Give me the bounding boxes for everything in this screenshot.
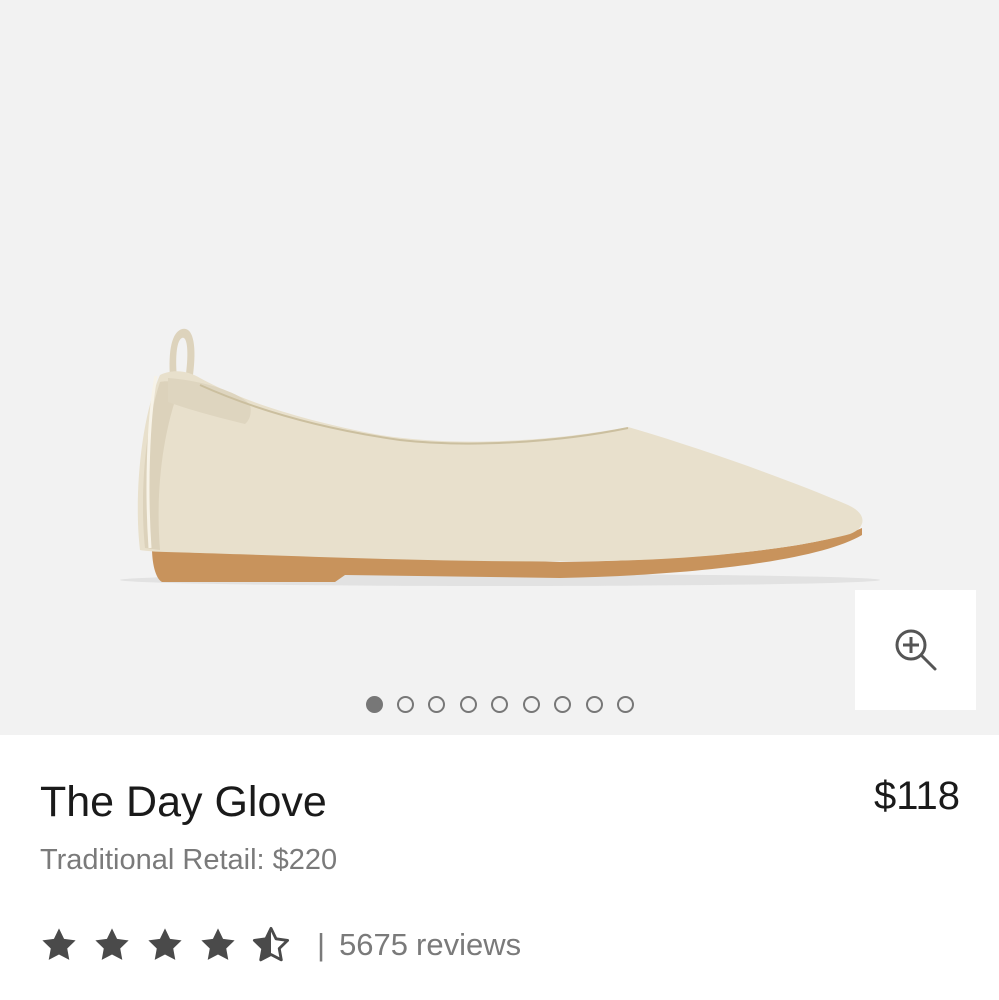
star-half-icon [252, 926, 290, 962]
product-title: The Day Glove [40, 778, 327, 826]
gallery-dot-3[interactable] [428, 696, 445, 713]
traditional-retail-price: $220 [272, 844, 338, 876]
gallery-dot-1[interactable] [366, 696, 383, 713]
star-full-icon [201, 928, 235, 960]
star-full-icon [148, 928, 182, 960]
product-price: $118 [873, 774, 960, 818]
gallery-dot-4[interactable] [460, 696, 477, 713]
gallery-dot-2[interactable] [397, 696, 414, 713]
star-full-icon [95, 928, 129, 960]
gallery-pagination [0, 696, 999, 714]
rating-separator: | [317, 927, 326, 962]
gallery-dot-7[interactable] [554, 696, 571, 713]
product-image-gallery[interactable] [0, 0, 999, 735]
zoom-in-icon [895, 629, 936, 671]
traditional-retail-label: Traditional Retail: [40, 844, 265, 876]
gallery-dot-5[interactable] [491, 696, 508, 713]
gallery-dot-6[interactable] [523, 696, 540, 713]
product-image-shoe[interactable] [0, 0, 999, 735]
review-word: reviews [416, 927, 522, 962]
zoom-button[interactable] [855, 590, 976, 710]
product-info: The Day Glove $118 Traditional Retail: $2… [0, 735, 999, 1000]
gallery-dot-9[interactable] [617, 696, 634, 713]
review-count-link[interactable]: | 5675 reviews [317, 925, 521, 965]
gallery-dot-8[interactable] [586, 696, 603, 713]
star-full-icon [42, 928, 76, 960]
rating-summary[interactable]: | 5675 reviews [40, 925, 521, 965]
traditional-retail: Traditional Retail: $220 [40, 843, 337, 877]
review-count: 5675 [339, 927, 409, 962]
